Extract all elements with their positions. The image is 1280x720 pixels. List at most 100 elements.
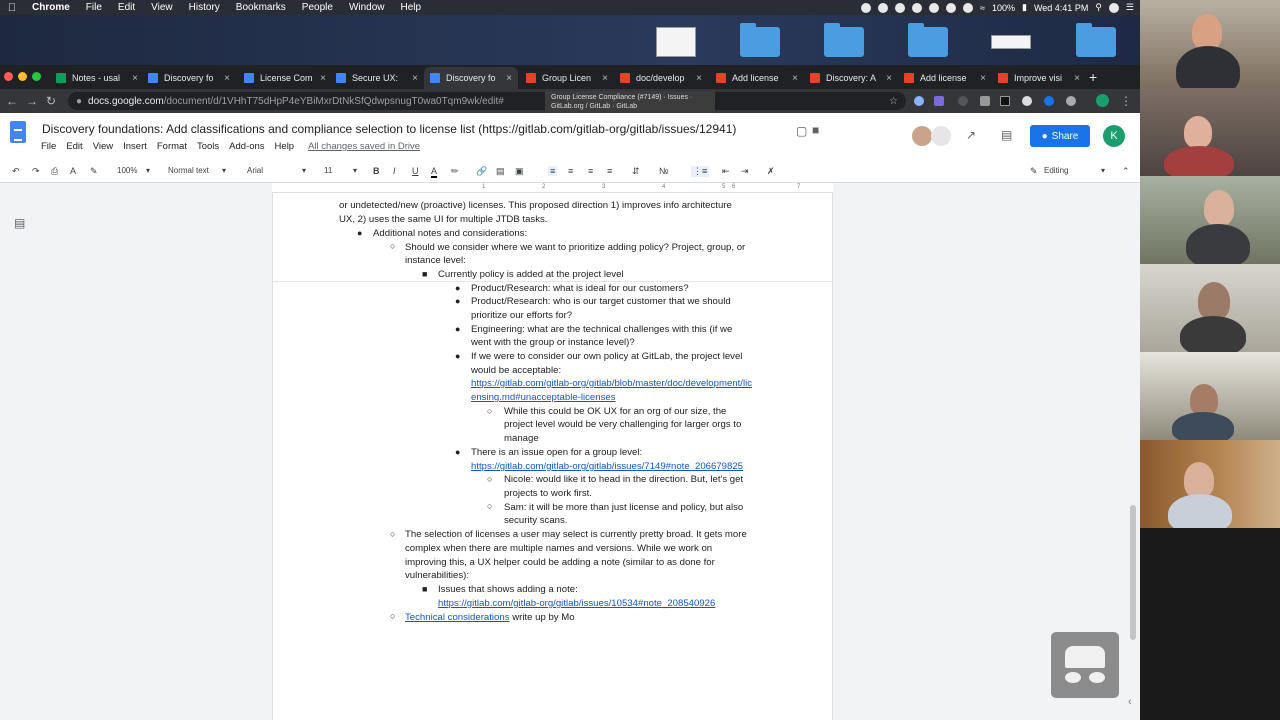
link-licensing-doc[interactable]: ensing.md#unacceptable-licenses [471,391,616,405]
browser-tab[interactable]: Secure UX: × [330,67,424,89]
menu-file[interactable]: File [78,2,110,13]
participant-video[interactable] [1140,440,1280,528]
folder-icon[interactable] [1076,23,1116,57]
menu-window[interactable]: Window [341,2,393,13]
browser-tab[interactable]: Group Licen × [520,67,614,89]
extension-icon[interactable] [934,96,944,106]
docs-menu-tools[interactable]: Tools [197,141,219,152]
settings-icon[interactable] [895,2,906,13]
extension-icon[interactable] [1066,96,1076,106]
comments-icon[interactable]: ▤ [1001,128,1012,142]
browser-tab[interactable]: Add license × [710,67,804,89]
battery-icon[interactable]: ▮ [1022,2,1027,13]
menu-view[interactable]: View [143,2,181,13]
back-icon[interactable]: ← [6,94,18,108]
folder-move-icon[interactable]: ■ [812,123,819,137]
extension-icon[interactable] [1000,96,1010,106]
spellcheck-icon[interactable]: A [70,166,76,176]
extension-icon[interactable] [914,96,924,106]
close-tab-icon[interactable]: × [320,73,326,84]
insert-image-icon[interactable]: ▣ [515,166,524,177]
close-tab-icon[interactable]: × [696,73,702,84]
app-icon[interactable] [878,2,889,13]
numbered-list-icon[interactable]: № [659,166,669,176]
parking-icon[interactable] [929,2,940,13]
browser-tab[interactable]: Discovery fo × [142,67,236,89]
docs-menu-help[interactable]: Help [275,141,295,152]
browser-tab[interactable]: Notes - usal × [50,67,144,89]
screenshot-thumbnail[interactable] [991,35,1031,49]
wifi-icon[interactable]: ≈ [980,3,985,13]
profile-avatar[interactable] [1096,94,1109,107]
close-tab-icon[interactable]: × [1074,73,1080,84]
document-title[interactable]: Discovery foundations: Add classificatio… [42,122,736,136]
add-comment-icon[interactable]: ▤ [496,166,505,177]
browser-tab[interactable]: doc/develop × [614,67,708,89]
chevron-down-icon[interactable]: ▾ [146,166,150,175]
browser-tab[interactable]: Improve visi × [992,67,1086,89]
link-issue-10534[interactable]: https://gitlab.com/gitlab-org/gitlab/iss… [438,597,715,611]
folder-icon[interactable] [740,23,780,57]
url-input[interactable]: ● docs.google.com/document/d/1VHhT75dHpP… [68,92,906,110]
docs-menu-view[interactable]: View [93,141,113,152]
link-icon[interactable]: 🔗 [476,166,487,177]
menu-list-icon[interactable]: ☰ [1126,2,1134,13]
save-status[interactable]: All changes saved in Drive [308,141,420,152]
docs-menu-file[interactable]: File [41,141,56,152]
share-button[interactable]: ● Share [1030,125,1090,147]
print-icon[interactable]: ⎙ [51,166,58,177]
text-color-button[interactable]: A [431,166,438,178]
align-center-icon[interactable]: ≡ [568,166,573,176]
close-tab-icon[interactable]: × [886,73,892,84]
close-tab-icon[interactable]: × [602,73,608,84]
menu-help[interactable]: Help [393,2,430,13]
participant-video[interactable] [1140,352,1280,440]
user-icon[interactable] [1108,2,1119,13]
participant-video[interactable] [1140,176,1280,264]
extension-icon[interactable] [958,96,968,106]
docs-menu-addons[interactable]: Add-ons [229,141,264,152]
docs-menu-edit[interactable]: Edit [66,141,82,152]
browser-tab[interactable]: Discovery: A × [804,67,898,89]
close-tab-icon[interactable]: × [412,73,418,84]
menu-history[interactable]: History [181,2,228,13]
menu-edit[interactable]: Edit [110,2,143,13]
cloud-icon[interactable] [861,2,872,13]
decrease-indent-icon[interactable]: ⇤ [722,166,730,177]
font-select[interactable]: Arial [247,166,263,175]
collaborator-avatar[interactable] [912,126,932,146]
menu-people[interactable]: People [294,2,341,13]
screenshot-thumbnail[interactable] [656,27,696,57]
camera-icon[interactable] [980,96,990,106]
close-window-button[interactable] [4,72,13,81]
search-icon[interactable]: ⚲ [1095,2,1102,13]
bold-button[interactable]: B [373,166,380,176]
line-spacing-icon[interactable]: ⇵ [632,166,640,177]
collapse-menu-icon[interactable]: ⌃ [1122,166,1130,177]
close-tab-icon[interactable]: × [980,73,986,84]
folder-icon[interactable] [824,23,864,57]
menu-app-name[interactable]: Chrome [24,2,78,13]
bulleted-list-icon[interactable]: ⋮≡ [691,166,710,177]
extension-icon[interactable] [1044,96,1054,106]
italic-button[interactable]: I [393,166,396,176]
chevron-left-icon[interactable]: ‹ [1128,696,1132,708]
justify-icon[interactable]: ≡ [607,166,612,176]
account-avatar[interactable]: K [1103,125,1125,147]
zoom-window-button[interactable] [32,72,41,81]
zoom-select[interactable]: 100% [117,166,137,175]
browser-tab[interactable]: Discovery fo × [424,67,518,89]
ruler[interactable]: 1 2 3 4 5 6 7 [272,183,833,193]
underline-button[interactable]: U [412,166,419,176]
cloud-icon[interactable] [912,2,923,13]
close-tab-icon[interactable]: × [506,73,512,84]
align-left-icon[interactable]: ≡ [548,166,558,176]
minimize-window-button[interactable] [18,72,27,81]
star-icon[interactable]: ▢ [796,124,807,138]
bookmark-star-icon[interactable]: ☆ [889,96,898,107]
document-page[interactable]: or undetected/new (proactive) licenses. … [272,193,833,720]
new-tab-button[interactable]: + [1089,69,1097,85]
extension-icon[interactable] [1022,96,1032,106]
close-tab-icon[interactable]: × [224,73,230,84]
collaborator-avatar[interactable] [931,126,951,146]
